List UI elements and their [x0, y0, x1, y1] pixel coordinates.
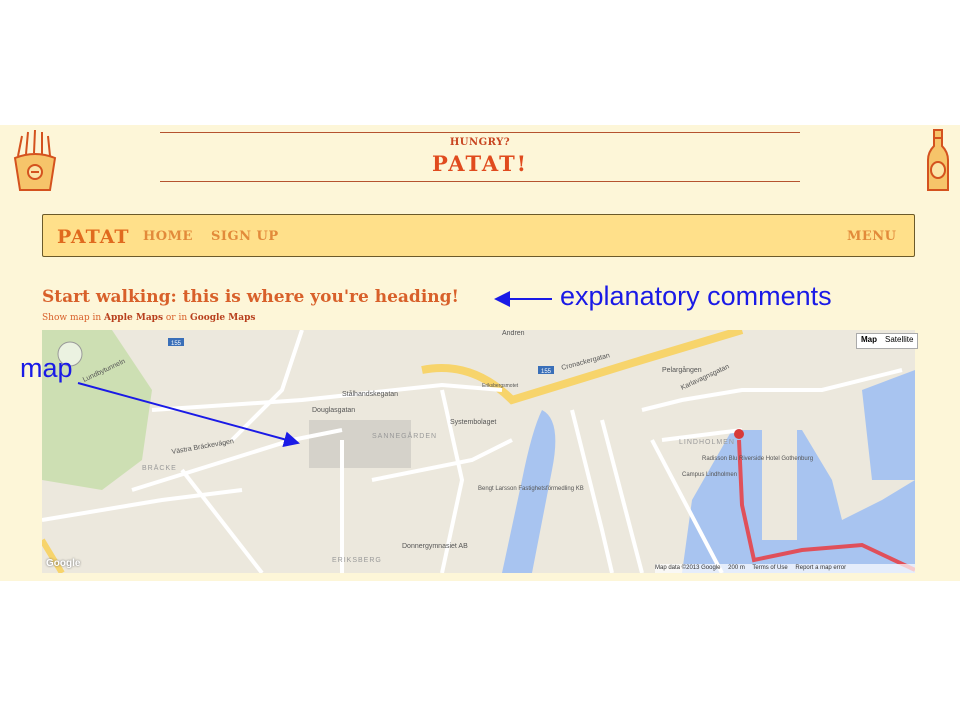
arrow-to-map-icon — [77, 382, 300, 448]
annotation-arrows — [77, 291, 552, 448]
